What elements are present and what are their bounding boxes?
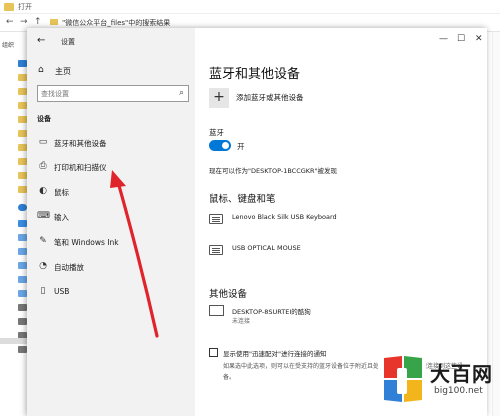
close-button[interactable]: ✕	[475, 34, 483, 44]
back-button[interactable]: ←	[37, 35, 45, 46]
drive-icon[interactable]	[18, 304, 27, 311]
bluetooth-state: 开	[237, 142, 245, 151]
device-name: DESKTOP-8SURTEI的酷狗	[232, 308, 311, 316]
monitor-icon	[209, 305, 224, 316]
toggle-knob	[222, 142, 229, 149]
home-nav-item[interactable]: ⌂ 主页	[37, 64, 187, 80]
onedrive-icon[interactable]	[18, 204, 27, 211]
pen-icon: ✎	[39, 236, 47, 246]
mouse-icon: ◐	[39, 186, 47, 196]
forward-arrow-icon[interactable]: →	[20, 17, 28, 27]
library-icon[interactable]	[18, 234, 27, 241]
device-name: Lenovo Black Silk USB Keyboard	[232, 213, 337, 221]
folder-icon[interactable]	[18, 172, 27, 179]
device-status: 未连接	[232, 318, 251, 325]
sidebar-item-pen[interactable]: ✎ 笔和 Windows Ink	[27, 231, 195, 253]
sidebar-item-label: 笔和 Windows Ink	[54, 238, 119, 247]
bluetooth-label: 蓝牙	[209, 128, 224, 137]
device-other[interactable]: DESKTOP-8SURTEI的酷狗 未连接	[209, 304, 479, 325]
folder-icon[interactable]	[18, 186, 27, 193]
sidebar-item-label: 自动播放	[54, 263, 84, 272]
autoplay-icon: ◔	[39, 261, 47, 271]
watermark-logo-icon	[378, 354, 426, 404]
watermark: 大百网 big100.net	[376, 352, 498, 414]
section-heading-mouse-keyboard-pen: 鼠标、键盘和笔	[209, 194, 276, 205]
sidebar-item-mouse[interactable]: ◐ 鼠标	[27, 181, 195, 203]
sidebar-item-label: 输入	[54, 213, 69, 222]
home-label: 主页	[55, 67, 71, 76]
watermark-url: big100.net	[434, 386, 483, 396]
explorer-title: 打开	[18, 3, 32, 11]
sidebar-item-bluetooth[interactable]: ▭ 蓝牙和其他设备	[27, 132, 195, 154]
sidebar-item-label: USB	[54, 287, 70, 296]
up-arrow-icon[interactable]: ↑	[34, 17, 42, 27]
search-icon[interactable]: ⌕	[179, 88, 184, 98]
sidebar-item-label: 蓝牙和其他设备	[54, 139, 107, 148]
keyboard-icon: ⌨	[37, 211, 50, 221]
home-icon: ⌂	[38, 65, 44, 75]
plus-icon: +	[209, 88, 229, 108]
page-title: 蓝牙和其他设备	[209, 67, 301, 82]
bluetooth-devices-icon: ▭	[38, 137, 48, 147]
folder-icon[interactable]	[18, 144, 27, 151]
folder-icon[interactable]	[18, 102, 27, 109]
folder-icon[interactable]	[18, 158, 27, 165]
drive-icon[interactable]	[18, 318, 27, 325]
maximize-button[interactable]: ☐	[457, 34, 465, 44]
bluetooth-toggle[interactable]	[209, 140, 231, 151]
folder-icon[interactable]	[18, 88, 27, 95]
device-mouse[interactable]: USB OPTICAL MOUSE	[209, 242, 479, 262]
pin-icon[interactable]	[18, 60, 27, 67]
explorer-titlebar: 打开	[0, 0, 500, 14]
address-path[interactable]: "微信公众平台_files"中的搜索结果	[62, 18, 170, 28]
section-heading-other-devices: 其他设备	[209, 289, 248, 300]
library-icon[interactable]	[18, 276, 27, 283]
search-input[interactable]	[41, 88, 169, 100]
swift-pair-checkbox[interactable]	[209, 348, 218, 357]
folder-icon	[50, 19, 58, 25]
window-title: 设置	[61, 38, 75, 46]
folder-icon	[4, 3, 14, 11]
folder-icon[interactable]	[18, 130, 27, 137]
sidebar-item-printers[interactable]: ⎙ 打印机和扫描仪	[27, 156, 195, 178]
usb-icon: ▯	[40, 286, 46, 296]
discoverable-text: 现在可以作为"DESKTOP-1BCCGKR"被发现	[209, 167, 338, 175]
back-arrow-icon[interactable]: ←	[6, 17, 14, 27]
search-box[interactable]: ⌕	[37, 85, 189, 102]
device-keyboard[interactable]: Lenovo Black Silk USB Keyboard	[209, 211, 479, 231]
library-icon[interactable]	[18, 262, 27, 269]
printer-icon: ⎙	[39, 161, 47, 171]
section-label: 设备	[37, 115, 51, 123]
folder-icon[interactable]	[18, 116, 27, 123]
device-name: USB OPTICAL MOUSE	[232, 244, 301, 252]
sidebar-item-label: 打印机和扫描仪	[54, 163, 107, 172]
sidebar-item-usb[interactable]: ▯ USB	[27, 281, 195, 303]
add-device-label: 添加蓝牙或其他设备	[236, 93, 304, 102]
library-icon[interactable]	[18, 290, 27, 297]
swift-pair-label[interactable]: 显示使用"迅速配对"进行连接的通知	[223, 348, 326, 358]
watermark-title: 大百网	[430, 362, 493, 386]
folder-icon[interactable]	[18, 74, 27, 81]
library-icon[interactable]	[18, 248, 27, 255]
drive-icon[interactable]	[18, 346, 27, 353]
keyboard-icon	[209, 214, 223, 224]
explorer-nav-pane: 组织	[0, 32, 30, 416]
minimize-button[interactable]: —	[439, 34, 448, 44]
keyboard-icon	[209, 245, 223, 255]
sidebar-item-autoplay[interactable]: ◔ 自动播放	[27, 256, 195, 278]
add-device-button[interactable]: + 添加蓝牙或其他设备	[209, 88, 409, 108]
sidebar-item-typing[interactable]: ⌨ 输入	[27, 206, 195, 228]
computer-icon[interactable]	[18, 220, 27, 227]
settings-sidebar: ← 设置 ⌂ 主页 ⌕ 设备 ▭ 蓝牙和其他设备 ⎙ 打印机和扫描仪 ◐ 鼠标 …	[27, 28, 195, 416]
organize-button[interactable]: 组织	[2, 40, 14, 49]
sidebar-item-label: 鼠标	[54, 188, 69, 197]
